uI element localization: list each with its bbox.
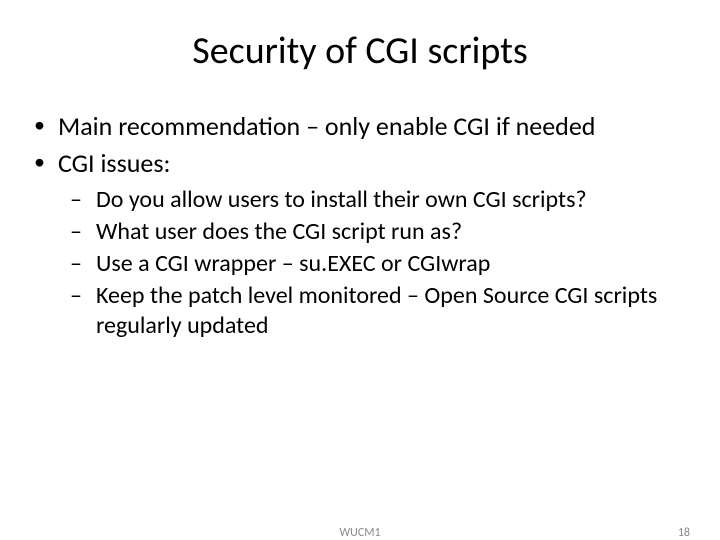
- sub-bullet-list: Do you allow users to install their own …: [58, 185, 690, 341]
- sub-bullet-item: What user does the CGI script run as?: [70, 217, 690, 247]
- slide: Security of CGI scripts Main recommendat…: [0, 0, 720, 540]
- page-number: 18: [678, 526, 690, 540]
- slide-title: Security of CGI scripts: [30, 28, 690, 74]
- bullet-item: Main recommendation – only enable CGI if…: [30, 110, 690, 143]
- bullet-item: CGI issues: Do you allow users to instal…: [30, 147, 690, 342]
- bullet-text: CGI issues:: [58, 147, 171, 179]
- sub-bullet-item: Do you allow users to install their own …: [70, 185, 690, 215]
- sub-bullet-item: Use a CGI wrapper – su.EXEC or CGIwrap: [70, 249, 690, 279]
- slide-body: Main recommendation – only enable CGI if…: [30, 110, 690, 341]
- bullet-list: Main recommendation – only enable CGI if…: [30, 110, 690, 341]
- footer-center-text: WUCM1: [339, 526, 380, 540]
- sub-bullet-item: Keep the patch level monitored – Open So…: [70, 281, 690, 341]
